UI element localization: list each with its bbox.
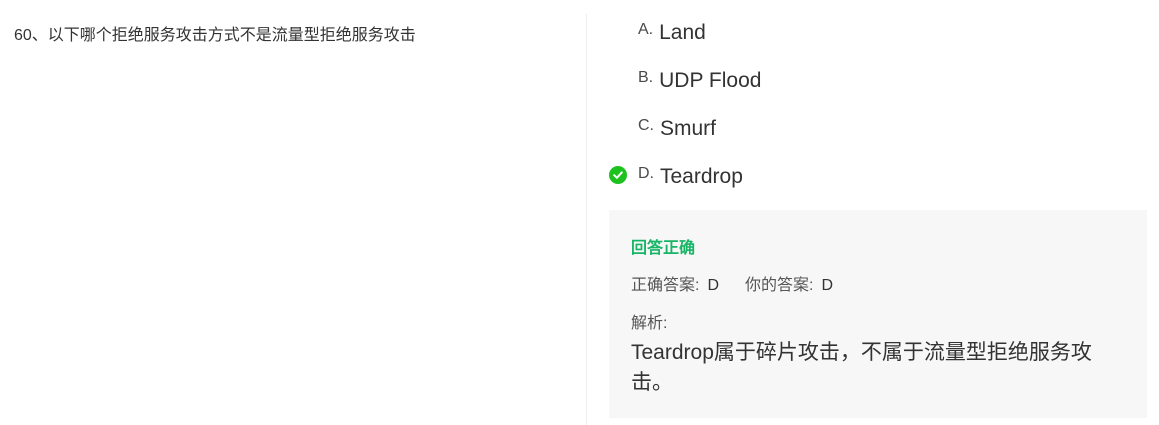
option-a[interactable]: A. Land [638, 20, 706, 48]
your-answer-value: D [821, 277, 834, 294]
option-d[interactable]: D. Teardrop [638, 164, 743, 192]
option-label: Land [659, 21, 706, 44]
option-label: UDP Flood [659, 69, 762, 92]
result-title: 回答正确 [631, 240, 696, 257]
option-label: Smurf [660, 117, 717, 140]
option-b[interactable]: B. UDP Flood [638, 68, 761, 96]
option-letter: B. [638, 69, 654, 86]
your-answer-label: 你的答案: [745, 277, 814, 294]
column-divider [586, 14, 587, 425]
correct-answer-label: 正确答案: [631, 277, 700, 294]
option-letter: C. [638, 117, 654, 134]
result-panel: 回答正确 正确答案: D 你的答案: D 解析: Teardrop属于碎片攻击，不属于… [609, 210, 1147, 418]
option-letter: D. [638, 165, 654, 182]
option-c[interactable]: C. Smurf [638, 116, 716, 144]
analysis-label: 解析: [631, 315, 668, 332]
answer-summary: 正确答案: D 你的答案: D [631, 271, 833, 295]
analysis-text: Teardrop属于碎片攻击，不属于流量型拒绝服务攻击。 [631, 341, 1092, 394]
correct-answer-value: D [707, 277, 720, 294]
check-circle-icon [609, 166, 627, 184]
question-text: 60、以下哪个拒绝服务攻击方式不是流量型拒绝服务攻击 [14, 27, 416, 44]
option-label: Teardrop [660, 165, 743, 188]
option-letter: A. [638, 21, 654, 38]
